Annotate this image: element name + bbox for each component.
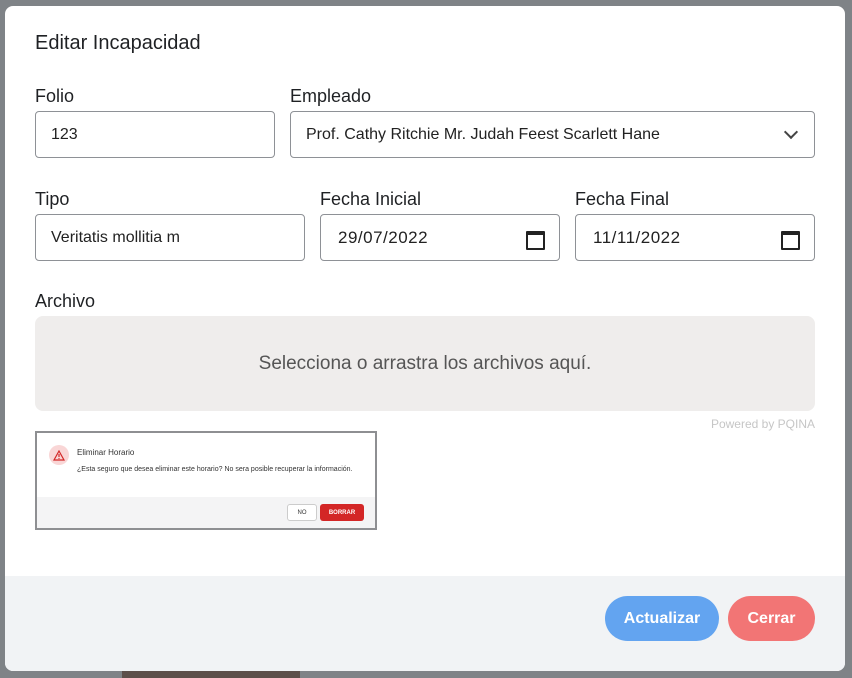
fecha-final-input[interactable]: 11/11/2022: [575, 214, 815, 261]
tipo-label: Tipo: [35, 189, 70, 209]
modal-title: Editar Incapacidad: [35, 32, 201, 54]
tipo-input[interactable]: Veritatis mollitia m: [35, 214, 305, 261]
empleado-selected-value: Prof. Cathy Ritchie Mr. Judah Feest Scar…: [306, 125, 660, 143]
fecha-final-label: Fecha Final: [575, 189, 670, 209]
warning-icon: [49, 445, 69, 465]
folio-label: Folio: [35, 86, 75, 106]
thumbnail-no-button: NO: [287, 504, 317, 521]
archivo-label: Archivo: [35, 291, 96, 311]
modal-footer: Actualizar Cerrar: [5, 576, 845, 671]
empleado-select[interactable]: Prof. Cathy Ritchie Mr. Judah Feest Scar…: [290, 111, 815, 158]
fecha-inicial-label: Fecha Inicial: [320, 189, 422, 209]
fecha-inicial-value: 29/07/2022: [338, 227, 429, 247]
cerrar-button[interactable]: Cerrar: [728, 596, 815, 641]
powered-by-text[interactable]: Powered by PQINA: [711, 417, 815, 431]
thumbnail-title: Eliminar Horario: [77, 448, 135, 457]
folio-value: 123: [51, 125, 78, 143]
fecha-inicial-input[interactable]: 29/07/2022: [320, 214, 560, 261]
file-preview-thumbnail[interactable]: Eliminar Horario ¿Esta seguro que desea …: [35, 431, 377, 530]
fecha-final-value: 11/11/2022: [593, 227, 681, 247]
edit-incapacidad-modal: Editar Incapacidad Folio 123 Empleado Pr…: [5, 6, 845, 671]
thumbnail-dialog-body: Eliminar Horario ¿Esta seguro que desea …: [37, 433, 375, 497]
tipo-value: Veritatis mollitia m: [51, 228, 180, 246]
dropzone-text: Selecciona o arrastra los archivos aquí.: [258, 352, 592, 374]
file-dropzone[interactable]: Selecciona o arrastra los archivos aquí.: [35, 316, 815, 411]
thumbnail-message: ¿Esta seguro que desea eliminar este hor…: [77, 466, 353, 473]
empleado-label: Empleado: [290, 86, 372, 106]
thumbnail-borrar-button: BORRAR: [320, 504, 364, 521]
calendar-icon[interactable]: [781, 230, 800, 250]
actualizar-button[interactable]: Actualizar: [605, 596, 719, 641]
chevron-down-icon: [783, 124, 799, 140]
calendar-icon[interactable]: [526, 230, 545, 250]
folio-input[interactable]: 123: [35, 111, 275, 158]
